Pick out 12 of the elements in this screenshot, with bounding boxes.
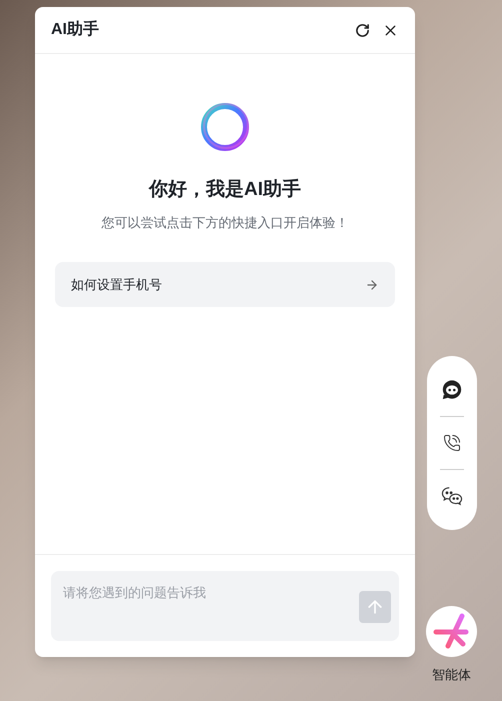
agent-label: 智能体 bbox=[432, 666, 471, 684]
arrow-right-icon bbox=[365, 278, 379, 292]
refresh-icon[interactable] bbox=[355, 22, 370, 38]
panel-title: AI助手 bbox=[51, 19, 99, 40]
message-input[interactable]: 请将您遇到的问题告诉我 bbox=[51, 571, 399, 641]
ring-logo-icon bbox=[198, 100, 252, 154]
quick-entry[interactable]: 如何设置手机号 bbox=[55, 262, 395, 307]
welcome-subtitle: 您可以尝试点击下方的快捷入口开启体验！ bbox=[102, 214, 348, 232]
phone-icon[interactable] bbox=[442, 434, 460, 452]
chat-bubbles-icon[interactable] bbox=[440, 486, 462, 506]
chat-bot-icon[interactable] bbox=[440, 379, 462, 401]
welcome-heading: 你好，我是AI助手 bbox=[149, 178, 301, 202]
